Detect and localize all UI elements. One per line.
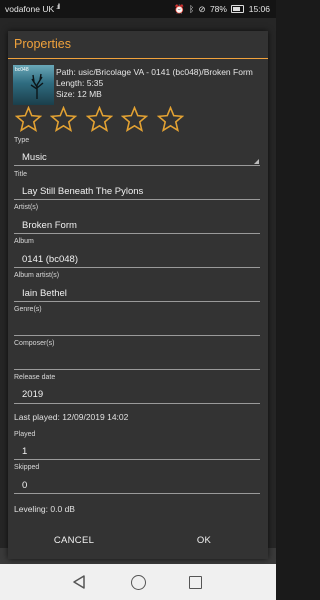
skipped-underline	[14, 493, 260, 494]
back-icon[interactable]	[72, 575, 86, 589]
alarm-icon: ⏰	[174, 4, 185, 14]
release-date-field[interactable]: 2019	[22, 389, 43, 400]
genre-underline	[14, 335, 260, 336]
played-label: Played	[14, 431, 36, 438]
tree-silhouette-icon	[30, 73, 44, 99]
battery-percent: 78%	[209, 4, 227, 14]
type-underline	[14, 165, 260, 166]
artist-underline	[14, 233, 260, 234]
carrier-name: vodafone UK	[5, 4, 55, 14]
star-outline-icon[interactable]	[85, 105, 114, 133]
navigation-bar	[0, 564, 276, 600]
title-underline	[14, 199, 260, 200]
home-icon[interactable]	[131, 575, 146, 590]
rating-stars	[14, 105, 188, 134]
status-right: ⏰ ᛒ ⊘ 78% 15:06	[172, 4, 270, 15]
recent-apps-icon[interactable]	[189, 576, 202, 589]
status-bar: vodafone UK .ıll ⏰ ᛒ ⊘ 78% 15:06	[0, 0, 276, 18]
album-field[interactable]: 0141 (bc048)	[22, 254, 78, 265]
leveling-text: Leveling: 0.0 dB	[14, 504, 75, 514]
properties-dialog: Properties bc048 Path: usic/Bricolage VA…	[8, 31, 268, 559]
cancel-button[interactable]: CANCEL	[26, 527, 122, 555]
last-played-text: Last played: 12/09/2019 14:02	[14, 412, 129, 422]
release-date-label: Release date	[14, 374, 56, 381]
star-outline-icon[interactable]	[156, 105, 185, 133]
composer-label: Composer(s)	[14, 340, 55, 347]
type-label: Type	[14, 137, 30, 144]
genre-field[interactable]	[22, 322, 252, 334]
played-field[interactable]: 1	[22, 446, 27, 457]
cover-tag: bc048	[15, 67, 29, 73]
bluetooth-icon: ᛒ	[188, 4, 195, 14]
skipped-label: Skipped	[14, 464, 40, 471]
composer-field[interactable]	[22, 356, 252, 368]
ok-button[interactable]: OK	[156, 527, 252, 555]
title-field[interactable]: Lay Still Beneath The Pylons	[22, 186, 143, 197]
star-outline-icon[interactable]	[14, 105, 43, 133]
vibrate-icon: ⊘	[198, 4, 206, 14]
album-underline	[14, 267, 260, 268]
artist-label: Artist(s)	[14, 204, 39, 211]
dialog-title: Properties	[14, 37, 71, 51]
album-artist-label: Album artist(s)	[14, 272, 60, 279]
album-cover: bc048	[13, 65, 54, 105]
played-underline	[14, 459, 260, 460]
album-artist-underline	[14, 301, 260, 302]
star-outline-icon[interactable]	[50, 105, 78, 133]
composer-underline	[14, 369, 260, 370]
type-select[interactable]: Music	[22, 152, 47, 163]
album-label: Album	[14, 238, 34, 245]
release-date-underline	[14, 403, 260, 404]
file-info: Path: usic/Bricolage VA - 0141 (bc048)/B…	[56, 67, 264, 100]
genre-label: Genre(s)	[14, 306, 42, 313]
title-label: Title	[14, 171, 27, 178]
skipped-field[interactable]: 0	[22, 480, 27, 491]
album-artist-field[interactable]: Iain Bethel	[22, 288, 67, 299]
star-outline-icon[interactable]	[121, 105, 149, 133]
title-divider	[8, 58, 268, 59]
file-path: Path: usic/Bricolage VA - 0141 (bc048)/B…	[56, 67, 253, 77]
signal-icon: .ıll	[56, 4, 60, 11]
file-size: Size: 12 MB	[56, 89, 102, 99]
dropdown-icon[interactable]	[254, 159, 259, 164]
track-length: Length: 5:35	[56, 78, 104, 88]
clock: 15:06	[248, 4, 270, 14]
artist-field[interactable]: Broken Form	[22, 220, 77, 231]
battery-icon	[231, 5, 245, 13]
